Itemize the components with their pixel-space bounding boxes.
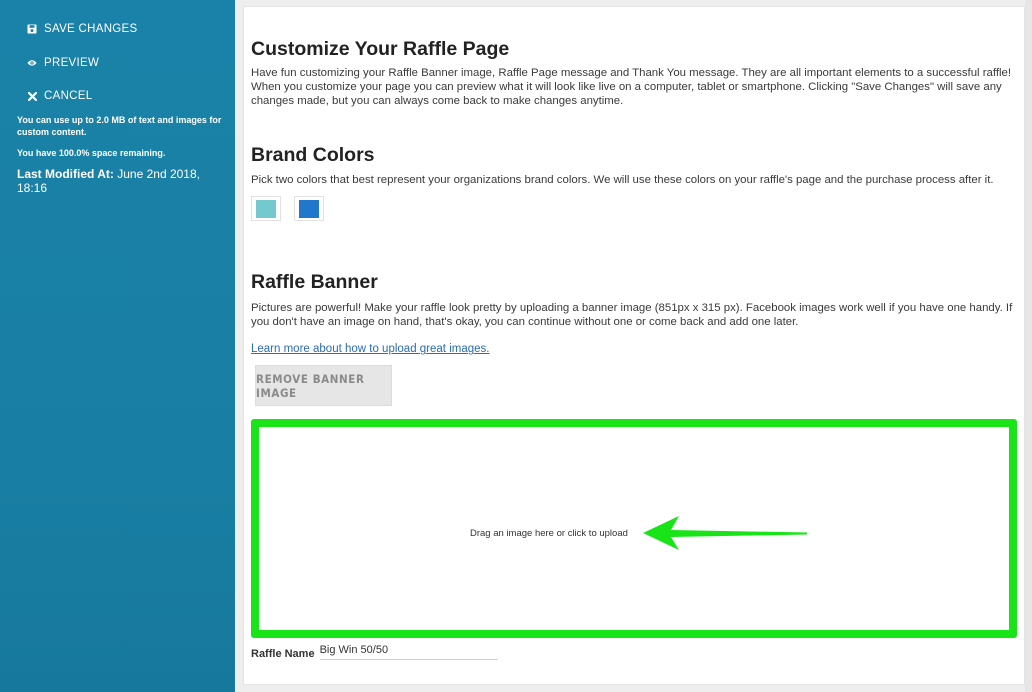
storage-info: You can use up to 2.0 MB of text and ima…	[0, 114, 235, 195]
eye-icon	[27, 58, 37, 68]
cancel-label: CANCEL	[44, 90, 93, 102]
brand-colors-description: Pick two colors that best represent your…	[251, 174, 994, 186]
storage-limit-text: You can use up to 2.0 MB of text and ima…	[17, 114, 222, 137]
secondary-color-swatch	[299, 199, 319, 218]
customize-description: Have fun customizing your Raffle Banner …	[251, 67, 1012, 108]
raffle-banner-section: Raffle Banner Pictures are powerful! Mak…	[251, 271, 1017, 357]
brand-color-swatches	[251, 196, 1017, 222]
page-scrollbar[interactable]	[1025, 0, 1032, 692]
raffle-name-row: Raffle Name	[251, 644, 498, 660]
remove-banner-image-button[interactable]: REMOVE BANNER IMAGE	[255, 365, 392, 406]
sidebar: SAVE CHANGES PREVIEW CANCEL You can use …	[0, 0, 235, 692]
banner-dropzone[interactable]: Drag an image here or click to upload	[251, 419, 1017, 638]
raffle-name-label: Raffle Name	[251, 648, 315, 660]
main-panel: Customize Your Raffle Page Have fun cust…	[243, 6, 1025, 685]
preview-label: PREVIEW	[44, 56, 100, 69]
save-changes-label: SAVE CHANGES	[44, 23, 138, 35]
raffle-name-input[interactable]	[319, 644, 498, 660]
customize-title: Customize Your Raffle Page	[251, 38, 510, 60]
preview-button[interactable]: PREVIEW	[0, 53, 235, 73]
last-modified: Last Modified At: June 2nd 2018, 18:16	[17, 167, 223, 195]
close-icon	[27, 91, 37, 101]
save-icon	[27, 24, 37, 34]
raffle-banner-description: Pictures are powerful! Make your raffle …	[251, 302, 1013, 329]
cancel-button[interactable]: CANCEL	[0, 86, 235, 106]
primary-color-picker[interactable]	[251, 196, 281, 222]
save-changes-button[interactable]: SAVE CHANGES	[0, 19, 235, 39]
customize-section: Customize Your Raffle Page Have fun cust…	[251, 38, 1017, 109]
brand-colors-title: Brand Colors	[251, 144, 375, 166]
sidebar-menu: SAVE CHANGES PREVIEW CANCEL	[0, 0, 235, 106]
arrow-icon	[643, 516, 807, 550]
primary-color-swatch	[256, 199, 276, 218]
brand-colors-section: Brand Colors Pick two colors that best r…	[251, 144, 1017, 222]
last-modified-label: Last Modified At:	[17, 166, 114, 181]
secondary-color-picker[interactable]	[294, 196, 324, 222]
dropzone-text: Drag an image here or click to upload	[470, 528, 628, 539]
upload-help-link[interactable]: Learn more about how to upload great ima…	[251, 343, 489, 355]
storage-remaining-text: You have 100.0% space remaining.	[17, 147, 166, 158]
raffle-banner-title: Raffle Banner	[251, 271, 378, 293]
